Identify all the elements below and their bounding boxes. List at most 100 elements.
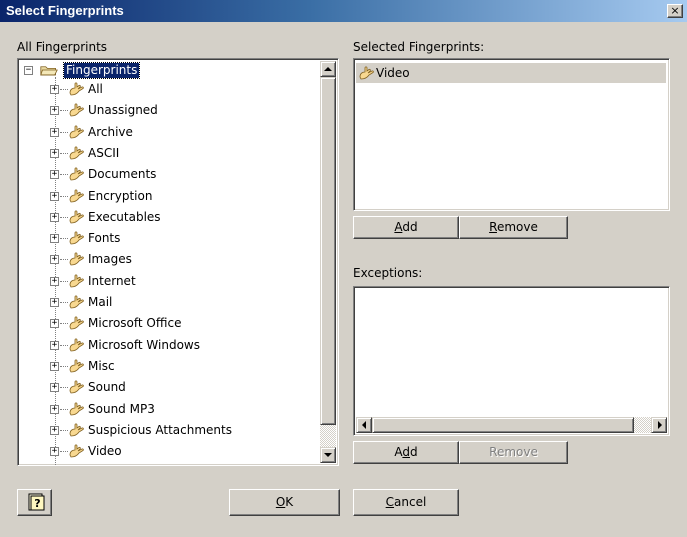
tree-branch-line — [60, 323, 68, 324]
tree-item-label: Images — [88, 252, 132, 266]
tree-item-label: Sound — [88, 380, 126, 394]
tree-branch-line — [60, 259, 68, 260]
hand-icon — [69, 125, 84, 139]
exceptions-list[interactable] — [353, 286, 670, 436]
expand-icon[interactable]: + — [50, 277, 59, 286]
expand-icon[interactable]: + — [50, 447, 59, 456]
add-label: dd — [402, 220, 418, 234]
tree-item-label: Archive — [88, 125, 133, 139]
tree-item-label: Encryption — [88, 189, 153, 203]
tree-root-label[interactable]: Fingerprints — [62, 62, 141, 79]
expand-icon[interactable]: + — [50, 298, 59, 307]
cancel-button[interactable]: Cancel — [353, 489, 459, 516]
open-folder-icon — [40, 66, 58, 76]
tree-item-label: All — [88, 82, 103, 96]
expand-icon[interactable]: + — [50, 255, 59, 264]
tree-item-label: Misc — [88, 359, 115, 373]
expand-icon[interactable]: + — [50, 85, 59, 94]
arrow-right-icon — [658, 421, 662, 429]
tree-branch-line — [60, 409, 68, 410]
hand-icon — [69, 316, 84, 330]
tree-branch-line — [60, 238, 68, 239]
horizontal-scroll-thumb[interactable] — [372, 417, 634, 433]
expand-icon[interactable]: + — [50, 405, 59, 414]
tree-branch-line — [60, 430, 68, 431]
cancel-accel: C — [385, 495, 395, 509]
expand-icon[interactable]: + — [50, 362, 59, 371]
hand-icon — [359, 66, 374, 80]
svg-text:?: ? — [34, 497, 40, 510]
hand-icon — [69, 189, 84, 203]
hand-icon — [69, 252, 84, 266]
expand-icon[interactable]: + — [50, 192, 59, 201]
hand-icon — [69, 295, 84, 309]
hand-icon — [69, 380, 84, 394]
selected-item-label: Video — [376, 66, 410, 80]
tree-branch-line — [60, 217, 68, 218]
tree-item-label: Sound MP3 — [88, 402, 155, 416]
tree-branch-line — [60, 387, 68, 388]
tree-item-label: Internet — [88, 274, 136, 288]
hand-icon — [69, 423, 84, 437]
cancel-label: ancel — [394, 495, 427, 509]
expand-icon[interactable]: + — [50, 170, 59, 179]
scroll-left-button[interactable] — [356, 417, 372, 433]
hand-icon — [69, 359, 84, 373]
hand-icon — [69, 402, 84, 416]
expand-icon[interactable]: + — [50, 213, 59, 222]
ok-button[interactable]: OK — [229, 489, 340, 516]
tree-item-label: Executables — [88, 210, 161, 224]
expand-icon[interactable]: + — [50, 341, 59, 350]
selected-add-button[interactable]: Add — [353, 216, 459, 239]
close-button[interactable]: × — [667, 4, 683, 18]
exceptions-label: Exceptions: — [353, 266, 423, 280]
scroll-thumb[interactable] — [320, 77, 336, 425]
selected-fingerprints-label: Selected Fingerprints: — [353, 40, 485, 54]
tree-branch-line — [60, 196, 68, 197]
exceptions-remove-button: Remove — [459, 441, 568, 464]
remove-accel: R — [489, 220, 497, 234]
expand-icon[interactable]: + — [50, 319, 59, 328]
all-fingerprints-label: All Fingerprints — [17, 40, 108, 54]
title-bar: Select Fingerprints × — [0, 0, 687, 23]
tree-item-label: Unassigned — [88, 103, 158, 117]
tree-vertical-scrollbar[interactable] — [320, 61, 336, 463]
ok-accel: O — [275, 495, 286, 509]
arrow-left-icon — [362, 421, 366, 429]
add-post: d — [410, 445, 418, 459]
expand-icon[interactable]: + — [50, 234, 59, 243]
hand-icon — [69, 146, 84, 160]
help-button[interactable]: ? — [17, 489, 52, 516]
expand-icon[interactable]: + — [50, 128, 59, 137]
remove-label: Remove — [489, 445, 538, 459]
tree-branch-line — [60, 174, 68, 175]
scroll-right-button[interactable] — [651, 417, 667, 433]
tree-item-label: Microsoft Office — [88, 316, 182, 330]
list-item[interactable]: Video — [356, 63, 666, 83]
hand-icon — [69, 210, 84, 224]
fingerprints-tree[interactable]: − Fingerprints + All + Unassigned + Archive + A… — [17, 58, 339, 466]
tree-item-label: Video — [88, 444, 122, 458]
hand-icon — [69, 338, 84, 352]
selected-remove-button[interactable]: Remove — [459, 216, 568, 239]
scroll-down-button[interactable] — [320, 447, 336, 463]
tree-item-label: Documents — [88, 167, 157, 181]
hand-icon — [69, 231, 84, 245]
window-title: Select Fingerprints — [6, 3, 124, 18]
tree-branch-line — [60, 302, 68, 303]
scroll-up-button[interactable] — [320, 61, 336, 77]
hand-icon — [69, 444, 84, 458]
ok-label: K — [285, 495, 294, 509]
selected-fingerprints-list[interactable]: Video — [353, 58, 670, 211]
tree-branch-line — [60, 281, 68, 282]
hand-icon — [69, 274, 84, 288]
exceptions-horizontal-scrollbar[interactable] — [356, 417, 667, 433]
collapse-icon[interactable]: − — [24, 66, 33, 75]
arrow-up-icon — [324, 67, 332, 71]
expand-icon[interactable]: + — [50, 106, 59, 115]
tree-item-label: ASCII — [88, 146, 120, 160]
expand-icon[interactable]: + — [50, 149, 59, 158]
expand-icon[interactable]: + — [50, 426, 59, 435]
expand-icon[interactable]: + — [50, 383, 59, 392]
exceptions-add-button[interactable]: Add — [353, 441, 459, 464]
